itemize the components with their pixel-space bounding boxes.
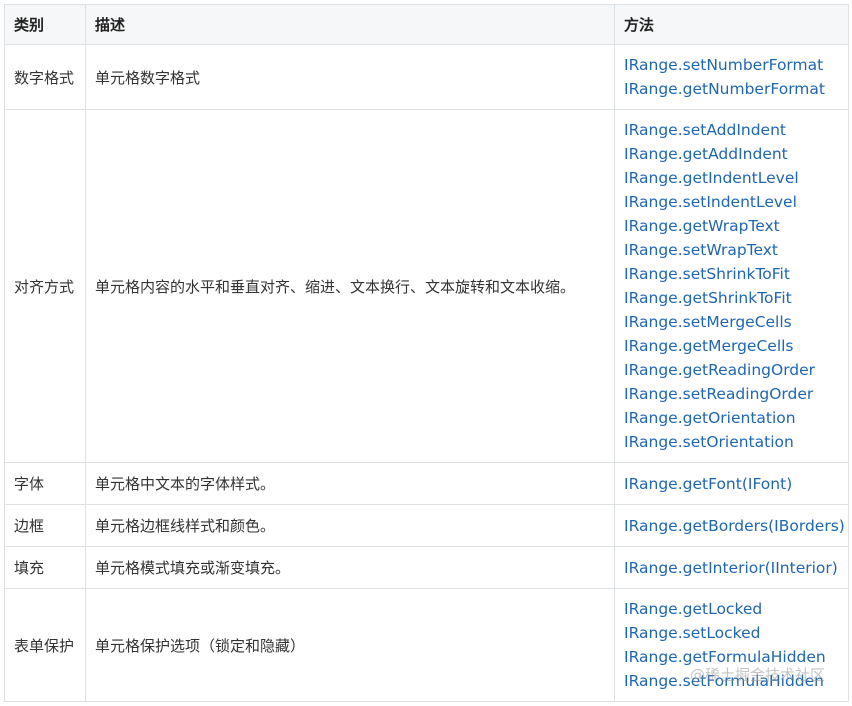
category-cell: 数字格式 [4,44,86,110]
table-body: 数字格式 单元格数字格式 IRange.setNumberFormat IRan… [4,44,849,702]
header-description: 描述 [85,4,615,45]
table-row: 边框 单元格边框线样式和颜色。 IRange.getBorders(IBorde… [4,504,849,547]
methods-cell: IRange.getLocked IRange.setLocked IRange… [614,588,849,702]
category-cell: 填充 [4,546,86,589]
method-link[interactable]: IRange.getInterior(IInterior) [624,556,839,580]
method-link[interactable]: IRange.setLocked [624,621,839,645]
method-link[interactable]: IRange.getReadingOrder [624,358,839,382]
category-cell: 边框 [4,504,86,547]
method-link[interactable]: IRange.getBorders(IBorders) [624,514,845,538]
method-link[interactable]: IRange.getMergeCells [624,334,839,358]
methods-cell: IRange.setAddIndent IRange.getAddIndent … [614,109,849,463]
table-row: 对齐方式 单元格内容的水平和垂直对齐、缩进、文本换行、文本旋转和文本收缩。 IR… [4,109,849,463]
method-link[interactable]: IRange.getShrinkToFit [624,286,839,310]
table-row: 字体 单元格中文本的字体样式。 IRange.getFont(IFont) [4,462,849,505]
method-link[interactable]: IRange.getFont(IFont) [624,472,839,496]
methods-cell: IRange.setNumberFormat IRange.getNumberF… [614,44,849,110]
method-link[interactable]: IRange.setShrinkToFit [624,262,839,286]
methods-cell: IRange.getBorders(IBorders) [614,504,849,547]
table-row: 数字格式 单元格数字格式 IRange.setNumberFormat IRan… [4,44,849,110]
description-cell: 单元格中文本的字体样式。 [85,462,615,505]
table-header: 类别 描述 方法 [4,4,849,45]
method-link[interactable]: IRange.getLocked [624,597,839,621]
method-link[interactable]: IRange.setAddIndent [624,118,839,142]
description-cell: 单元格边框线样式和颜色。 [85,504,615,547]
header-row: 类别 描述 方法 [4,4,849,45]
properties-table: 类别 描述 方法 数字格式 单元格数字格式 IRange.setNumberFo… [4,4,849,702]
method-link[interactable]: IRange.setFormulaHidden [624,669,839,693]
header-category: 类别 [4,4,86,45]
description-cell: 单元格模式填充或渐变填充。 [85,546,615,589]
method-link[interactable]: IRange.setWrapText [624,238,839,262]
category-cell: 表单保护 [4,588,86,702]
method-link[interactable]: IRange.setMergeCells [624,310,839,334]
description-cell: 单元格数字格式 [85,44,615,110]
category-cell: 对齐方式 [4,109,86,463]
description-cell: 单元格内容的水平和垂直对齐、缩进、文本换行、文本旋转和文本收缩。 [85,109,615,463]
methods-cell: IRange.getFont(IFont) [614,462,849,505]
method-link[interactable]: IRange.setOrientation [624,430,839,454]
method-link[interactable]: IRange.setNumberFormat [624,53,839,77]
method-link[interactable]: IRange.getFormulaHidden [624,645,839,669]
method-link[interactable]: IRange.getAddIndent [624,142,839,166]
table-row: 表单保护 单元格保护选项（锁定和隐藏） IRange.getLocked IRa… [4,588,849,702]
method-link[interactable]: IRange.getWrapText [624,214,839,238]
methods-cell: IRange.getInterior(IInterior) [614,546,849,589]
category-cell: 字体 [4,462,86,505]
table-row: 填充 单元格模式填充或渐变填充。 IRange.getInterior(IInt… [4,546,849,589]
method-link[interactable]: IRange.getIndentLevel [624,166,839,190]
method-link[interactable]: IRange.getNumberFormat [624,77,839,101]
method-link[interactable]: IRange.getOrientation [624,406,839,430]
description-cell: 单元格保护选项（锁定和隐藏） [85,588,615,702]
method-link[interactable]: IRange.setReadingOrder [624,382,839,406]
header-methods: 方法 [614,4,849,45]
method-link[interactable]: IRange.setIndentLevel [624,190,839,214]
